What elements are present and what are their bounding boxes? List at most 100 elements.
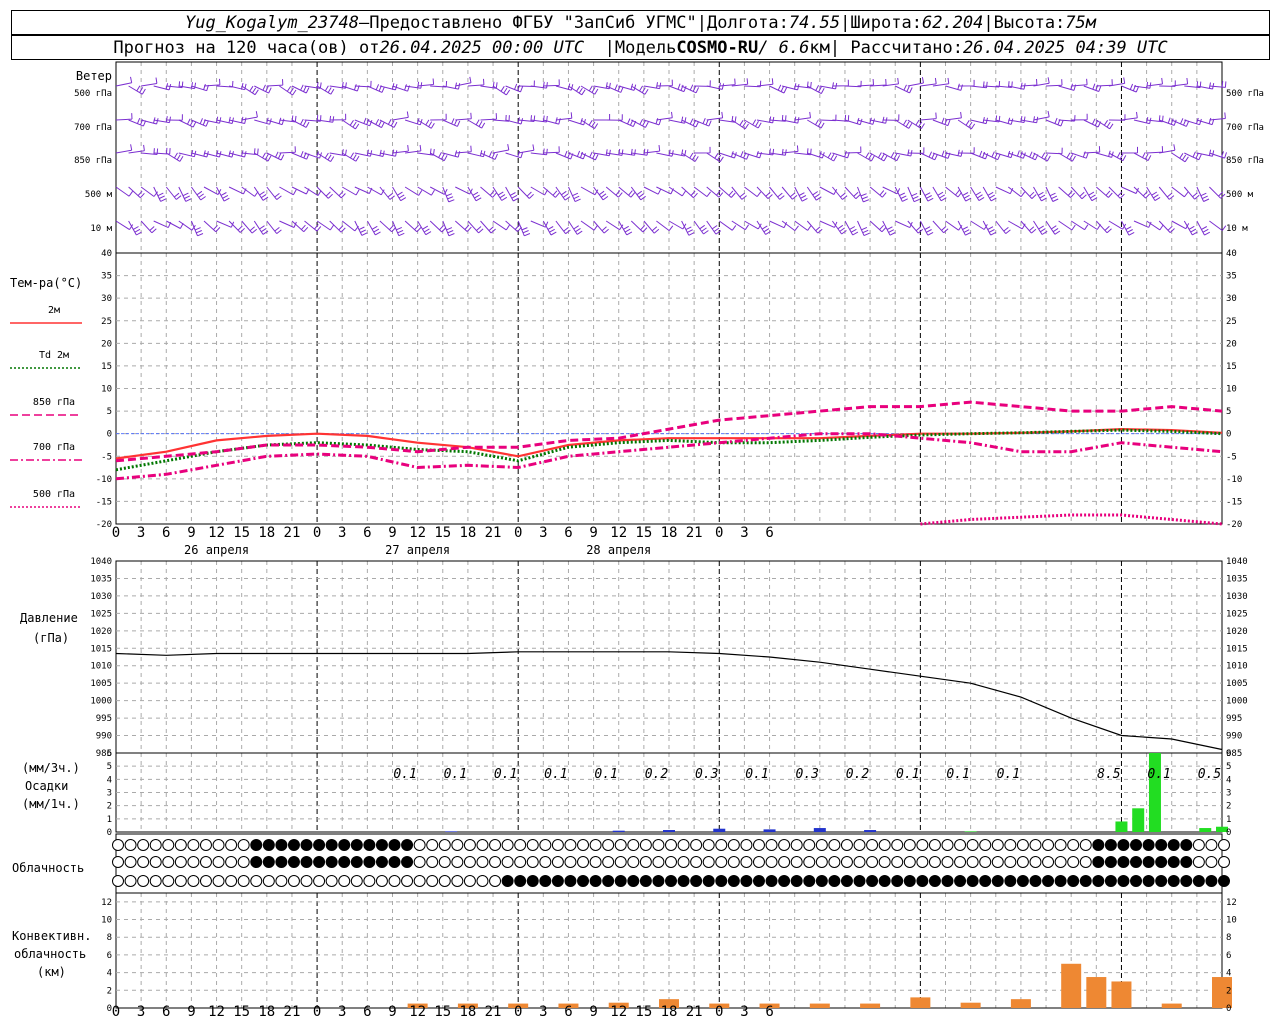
wind-barb xyxy=(719,78,736,87)
wind-barb xyxy=(643,220,660,234)
conv-tick-left: 4 xyxy=(107,969,112,979)
precip-tick-right: 0 xyxy=(1226,828,1231,838)
wind-barb xyxy=(1033,110,1050,121)
cloud-symbol xyxy=(187,875,200,887)
cloud-symbol xyxy=(991,856,1004,868)
wind-barb xyxy=(894,220,913,229)
cloud-symbol xyxy=(803,856,816,868)
cloud-symbol xyxy=(1142,839,1155,851)
conv-tick-left: 12 xyxy=(101,898,112,908)
precip-tick-left: 5 xyxy=(107,762,112,772)
wind-barb xyxy=(806,186,822,201)
wind-barb xyxy=(1209,186,1226,199)
cloud-symbol xyxy=(526,856,539,868)
cloud-symbol xyxy=(350,839,363,851)
cloud-symbol xyxy=(652,875,665,887)
hour-label-bottom: 0 xyxy=(112,1004,120,1020)
wind-barb xyxy=(668,83,687,93)
cloud-symbol xyxy=(199,856,212,868)
hour-label-bottom: 6 xyxy=(162,1004,170,1020)
wind-barb xyxy=(492,144,510,154)
cloud-symbol xyxy=(187,839,200,851)
cloud-symbol xyxy=(237,875,250,887)
cloud-symbol xyxy=(1042,875,1055,887)
precip-amount: 0.1 xyxy=(997,767,1020,782)
cloud-symbol xyxy=(752,875,765,887)
cloud-symbol xyxy=(891,875,904,887)
cloud-symbol xyxy=(1218,839,1230,851)
wind-barb xyxy=(1070,186,1087,200)
wind-barb xyxy=(857,117,875,125)
pressure-tick-left: 1020 xyxy=(90,627,112,637)
precip-tick-right: 6 xyxy=(1226,749,1231,759)
wind-barb xyxy=(1209,151,1227,159)
hour-label-bottom: 9 xyxy=(187,1004,195,1020)
wind-barb xyxy=(1108,114,1126,121)
temp-tick-right: 40 xyxy=(1226,249,1237,259)
hour-label-bottom: 0 xyxy=(715,1004,723,1020)
wind-barb xyxy=(115,144,133,154)
wind-barb xyxy=(919,186,934,202)
wind-barb xyxy=(266,186,282,200)
precip-unit3: (мм/3ч.) xyxy=(22,761,80,775)
wind-barb xyxy=(455,76,472,87)
cloud-symbol xyxy=(815,856,828,868)
cloud-symbol xyxy=(765,839,778,851)
wind-level-right: 500 гПа xyxy=(1226,89,1264,99)
hour-label-bottom: 12 xyxy=(610,1004,627,1020)
cloud-symbol xyxy=(551,875,564,887)
cloud-symbol xyxy=(1042,839,1055,851)
wind-barb xyxy=(405,81,423,89)
temp-tick-right: 5 xyxy=(1226,407,1231,417)
wind-barb xyxy=(1071,113,1088,121)
wind-barb xyxy=(518,144,535,154)
cloud-symbol xyxy=(1104,839,1117,851)
cloud-symbol xyxy=(300,875,313,887)
wind-barb xyxy=(995,117,1014,125)
wind-barb xyxy=(958,79,975,87)
cloud-symbol xyxy=(1205,839,1218,851)
hour-label-bottom: 3 xyxy=(338,1004,346,1020)
cloud-symbol xyxy=(928,875,941,887)
cloud-symbol xyxy=(954,839,967,851)
cloud-symbol xyxy=(966,839,979,851)
legend-label: 700 гПа xyxy=(33,442,75,453)
pressure-tick-left: 1010 xyxy=(90,662,112,672)
wind-barb xyxy=(467,220,484,234)
hour-label-bottom: 9 xyxy=(388,1004,396,1020)
precip-amount: 0.1 xyxy=(1147,767,1170,782)
wind-barb xyxy=(392,186,407,202)
precip-tick-left: 0 xyxy=(107,828,112,838)
wind-barb xyxy=(203,78,221,87)
conv-tick-left: 10 xyxy=(101,916,112,926)
wind-barb xyxy=(894,186,908,202)
temp-tick-right: 0 xyxy=(1226,430,1231,440)
temp-tick-left: 30 xyxy=(101,294,112,304)
cloud-symbol xyxy=(262,856,275,868)
precip-bar xyxy=(1199,828,1212,832)
wind-barb xyxy=(367,186,385,196)
hour-label-mid: 9 xyxy=(388,525,396,541)
cloud-symbol xyxy=(1155,856,1168,868)
precip-bar xyxy=(1115,821,1128,832)
cloud-symbol xyxy=(954,875,967,887)
hour-label-mid: 18 xyxy=(661,525,678,541)
temp-tick-right: -5 xyxy=(1226,452,1237,462)
cloud-symbol xyxy=(853,856,866,868)
pressure-unit: (гПа) xyxy=(33,631,69,645)
hour-label-mid: 12 xyxy=(208,525,225,541)
hour-label-bottom: 21 xyxy=(686,1004,703,1020)
cloud-symbol xyxy=(1130,839,1143,851)
wind-barb xyxy=(756,186,773,199)
wind-barb xyxy=(392,111,409,121)
wind-barb xyxy=(643,145,661,154)
temp-tick-left: -10 xyxy=(96,475,112,485)
wind-barb xyxy=(191,83,209,92)
cloud-symbol xyxy=(438,875,451,887)
cloud-symbol xyxy=(954,856,967,868)
cloud-symbol xyxy=(815,839,828,851)
pressure-tick-left: 990 xyxy=(96,732,112,742)
wind-barb xyxy=(304,220,322,232)
cloud-symbol xyxy=(577,839,590,851)
temp-tick-right: 10 xyxy=(1226,385,1237,395)
